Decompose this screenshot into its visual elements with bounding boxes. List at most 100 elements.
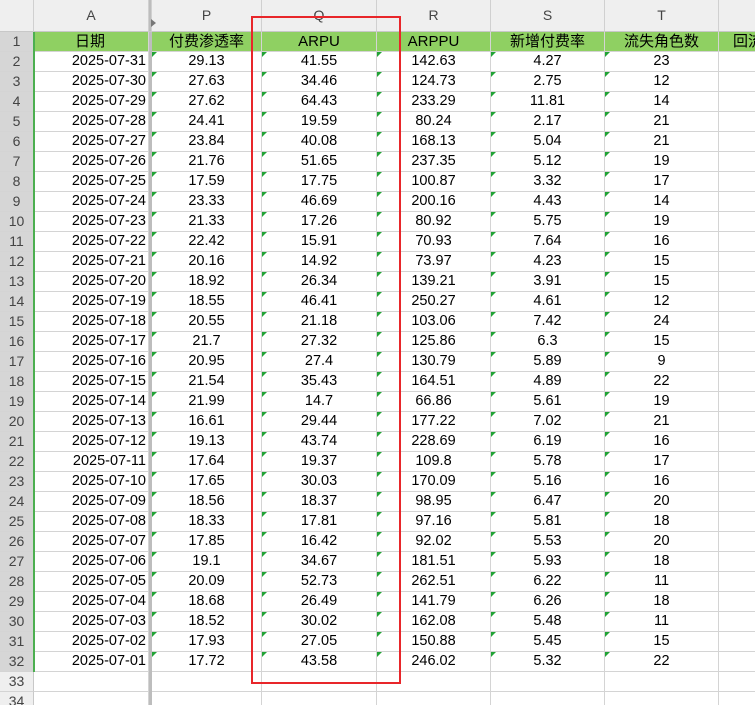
header-cell-pay-rate[interactable]: 付费渗透率 [152,32,262,52]
cell-date[interactable]: 2025-07-24 [34,192,149,212]
cell-return[interactable] [719,372,755,392]
cell-churn[interactable]: 12 [605,292,719,312]
cell-pay-rate[interactable]: 21.99 [152,392,262,412]
cell-return[interactable] [719,692,755,705]
cell-return[interactable] [719,592,755,612]
cell-churn[interactable] [605,692,719,705]
row-number[interactable]: 25 [0,512,34,532]
cell-arppu[interactable]: 228.69 [377,432,491,452]
cell-arpu[interactable]: 18.37 [262,492,377,512]
cell-churn[interactable]: 18 [605,592,719,612]
cell-arppu[interactable]: 130.79 [377,352,491,372]
cell-arpu[interactable]: 15.91 [262,232,377,252]
cell-churn[interactable]: 20 [605,532,719,552]
cell-return[interactable] [719,652,755,672]
header-cell-new-pay-rate[interactable]: 新增付费率 [491,32,605,52]
cell-date[interactable]: 2025-07-13 [34,412,149,432]
row-number[interactable]: 10 [0,212,34,232]
cell-return[interactable] [719,312,755,332]
cell-arppu[interactable]: 262.51 [377,572,491,592]
cell-churn[interactable]: 20 [605,492,719,512]
cell-return[interactable] [719,292,755,312]
cell-arpu[interactable]: 19.59 [262,112,377,132]
cell-new-pay-rate[interactable]: 7.02 [491,412,605,432]
cell-new-pay-rate[interactable]: 3.91 [491,272,605,292]
header-cell-return[interactable]: 回流 [719,32,755,52]
cell-arppu[interactable]: 92.02 [377,532,491,552]
cell-churn[interactable]: 24 [605,312,719,332]
cell-return[interactable] [719,232,755,252]
header-cell-churn[interactable]: 流失角色数 [605,32,719,52]
cell-arpu[interactable]: 27.05 [262,632,377,652]
cell-new-pay-rate[interactable]: 7.64 [491,232,605,252]
cell-date[interactable]: 2025-07-30 [34,72,149,92]
cell-date[interactable]: 2025-07-10 [34,472,149,492]
cell-churn[interactable]: 11 [605,572,719,592]
cell-date[interactable]: 2025-07-29 [34,92,149,112]
cell-churn[interactable]: 17 [605,452,719,472]
cell-pay-rate[interactable]: 20.55 [152,312,262,332]
cell-pay-rate[interactable]: 20.95 [152,352,262,372]
cell-arpu[interactable]: 14.92 [262,252,377,272]
cell-date[interactable]: 2025-07-18 [34,312,149,332]
cell-return[interactable] [719,92,755,112]
row-number[interactable]: 19 [0,392,34,412]
cell-return[interactable] [719,212,755,232]
row-number[interactable]: 23 [0,472,34,492]
cell-arppu[interactable]: 124.73 [377,72,491,92]
cell-arpu[interactable]: 35.43 [262,372,377,392]
cell-new-pay-rate[interactable]: 2.17 [491,112,605,132]
select-all-corner[interactable] [0,0,34,32]
cell-churn[interactable]: 16 [605,232,719,252]
cell-churn[interactable]: 9 [605,352,719,372]
cell-return[interactable] [719,452,755,472]
cell-date[interactable]: 2025-07-20 [34,272,149,292]
cell-arpu[interactable]: 41.55 [262,52,377,72]
cell-date[interactable] [34,672,149,692]
cell-arpu[interactable]: 26.34 [262,272,377,292]
cell-arppu[interactable]: 80.24 [377,112,491,132]
column-header-r[interactable]: R [377,0,491,32]
cell-pay-rate[interactable]: 29.13 [152,52,262,72]
row-number[interactable]: 14 [0,292,34,312]
cell-pay-rate[interactable]: 22.42 [152,232,262,252]
cell-churn[interactable]: 16 [605,472,719,492]
cell-new-pay-rate[interactable]: 4.89 [491,372,605,392]
cell-date[interactable]: 2025-07-19 [34,292,149,312]
row-number[interactable]: 6 [0,132,34,152]
cell-new-pay-rate[interactable]: 4.23 [491,252,605,272]
cell-arppu[interactable]: 170.09 [377,472,491,492]
row-number[interactable]: 21 [0,432,34,452]
cell-arppu[interactable]: 162.08 [377,612,491,632]
cell-date[interactable]: 2025-07-07 [34,532,149,552]
cell-date[interactable]: 2025-07-21 [34,252,149,272]
cell-return[interactable] [719,492,755,512]
cell-return[interactable] [719,272,755,292]
cell-churn[interactable]: 21 [605,412,719,432]
cell-pay-rate[interactable]: 18.33 [152,512,262,532]
cell-arpu[interactable]: 19.37 [262,452,377,472]
cell-return[interactable] [719,632,755,652]
cell-arpu[interactable] [262,692,377,705]
cell-new-pay-rate[interactable]: 2.75 [491,72,605,92]
cell-pay-rate[interactable]: 17.64 [152,452,262,472]
cell-new-pay-rate[interactable]: 6.22 [491,572,605,592]
cell-new-pay-rate[interactable] [491,672,605,692]
row-number[interactable]: 2 [0,52,34,72]
cell-arppu[interactable]: 164.51 [377,372,491,392]
cell-arpu[interactable]: 51.65 [262,152,377,172]
header-cell-date[interactable]: 日期 [34,32,149,52]
cell-pay-rate[interactable]: 18.92 [152,272,262,292]
cell-arpu[interactable]: 16.42 [262,532,377,552]
cell-pay-rate[interactable] [152,692,262,705]
cell-date[interactable]: 2025-07-14 [34,392,149,412]
cell-arppu[interactable]: 237.35 [377,152,491,172]
cell-new-pay-rate[interactable]: 5.45 [491,632,605,652]
cell-return[interactable] [719,472,755,492]
cell-arppu[interactable] [377,692,491,705]
cell-new-pay-rate[interactable]: 6.3 [491,332,605,352]
cell-return[interactable] [719,392,755,412]
cell-new-pay-rate[interactable]: 5.53 [491,532,605,552]
cell-pay-rate[interactable]: 17.85 [152,532,262,552]
cell-arpu[interactable]: 52.73 [262,572,377,592]
